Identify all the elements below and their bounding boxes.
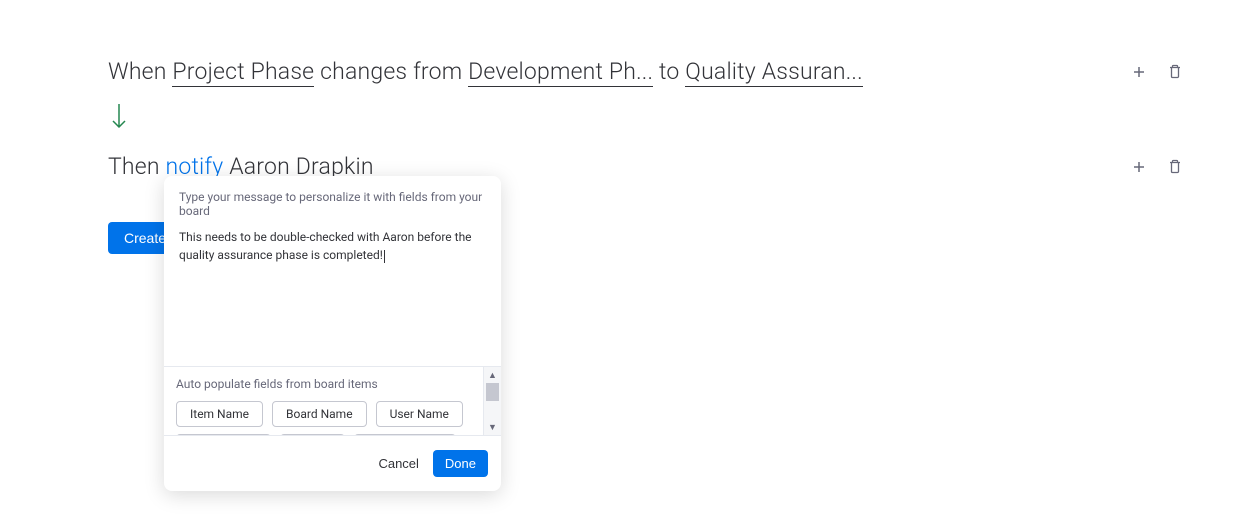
fields-label: Auto populate fields from board items <box>176 377 471 391</box>
trigger-actions <box>1131 64 1183 80</box>
trigger-mid2: to <box>653 58 685 85</box>
chip-board-name[interactable]: Board Name <box>272 401 367 427</box>
fields-section: Auto populate fields from board items It… <box>164 366 501 435</box>
message-content: This needs to be double-checked with Aar… <box>179 230 472 262</box>
popup-footer: Cancel Done <box>164 435 501 491</box>
scroll-track[interactable] <box>484 383 501 419</box>
trigger-sentence: When Project Phase changes from Developm… <box>108 58 863 85</box>
scroll-thumb[interactable] <box>486 383 499 401</box>
chip-row-2: Group Name People Project Phase <box>176 434 471 435</box>
chip-row-1: Item Name Board Name User Name <box>176 401 471 427</box>
notify-message-popup: Type your message to personalize it with… <box>164 176 501 491</box>
scroll-down-button[interactable]: ▼ <box>484 419 501 435</box>
text-cursor <box>384 250 385 263</box>
add-action-button[interactable] <box>1131 159 1147 175</box>
chip-project-phase[interactable]: Project Phase <box>354 434 456 435</box>
delete-trigger-button[interactable] <box>1167 64 1183 80</box>
message-textarea[interactable]: This needs to be double-checked with Aar… <box>164 228 501 366</box>
fields-content: Auto populate fields from board items It… <box>164 367 483 435</box>
flow-arrow <box>111 103 1183 133</box>
done-button[interactable]: Done <box>433 450 488 477</box>
plus-icon <box>1132 160 1146 174</box>
arrow-down-icon <box>111 103 127 129</box>
chip-user-name[interactable]: User Name <box>376 401 463 427</box>
delete-action-button[interactable] <box>1167 159 1183 175</box>
trigger-to[interactable]: Quality Assuran... <box>685 58 863 87</box>
trigger-row: When Project Phase changes from Developm… <box>108 58 1183 85</box>
chip-group-name[interactable]: Group Name <box>176 434 271 435</box>
chip-item-name[interactable]: Item Name <box>176 401 263 427</box>
chip-people[interactable]: People <box>280 434 345 435</box>
trash-icon <box>1168 64 1182 79</box>
trigger-prefix: When <box>108 58 172 85</box>
fields-scrollbar[interactable]: ▲ ▼ <box>483 367 501 435</box>
action-actions <box>1131 159 1183 175</box>
trash-icon <box>1168 159 1182 174</box>
trigger-from[interactable]: Development Ph... <box>468 58 653 87</box>
cancel-button[interactable]: Cancel <box>378 456 418 471</box>
trigger-field[interactable]: Project Phase <box>172 58 314 87</box>
popup-instruction: Type your message to personalize it with… <box>164 176 501 228</box>
scroll-up-button[interactable]: ▲ <box>484 367 501 383</box>
plus-icon <box>1132 65 1146 79</box>
action-prefix: Then <box>108 153 166 180</box>
trigger-mid1: changes from <box>314 58 468 85</box>
add-condition-button[interactable] <box>1131 64 1147 80</box>
